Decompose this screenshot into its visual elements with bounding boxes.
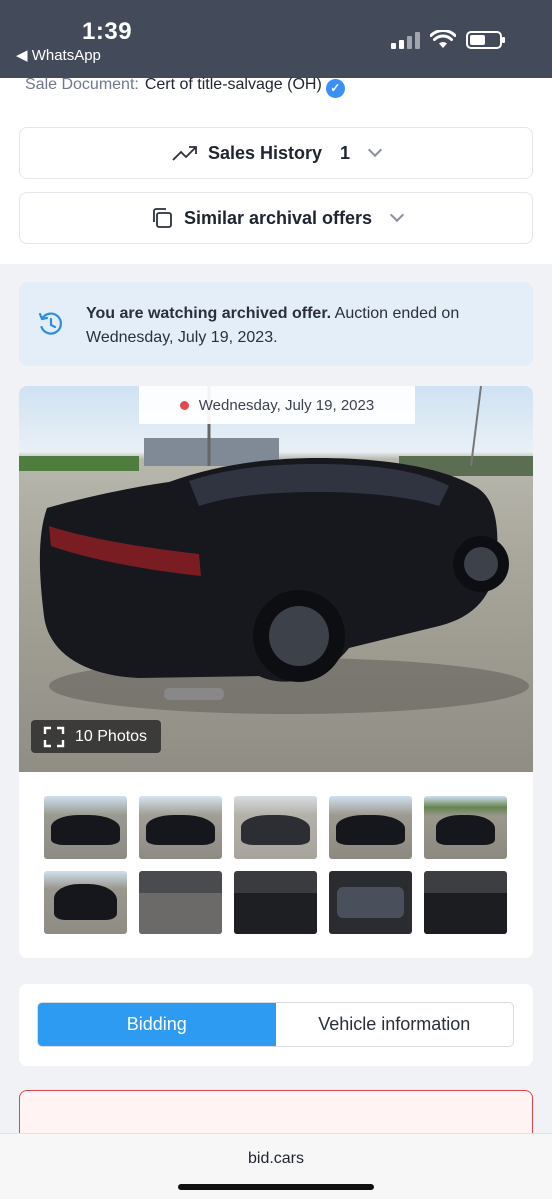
sale-document-label: Sale Document: bbox=[25, 76, 139, 93]
tab-bidding[interactable]: Bidding bbox=[38, 1003, 276, 1046]
url-label[interactable]: bid.cars bbox=[0, 1150, 552, 1168]
photo-thumbnail[interactable] bbox=[329, 796, 412, 859]
car-photo-illustration bbox=[19, 386, 533, 714]
cellular-signal-icon bbox=[391, 31, 420, 49]
details-tabs: Bidding Vehicle information bbox=[37, 1002, 514, 1047]
archived-offer-bold: You are watching archived offer. bbox=[86, 305, 332, 322]
similar-offers-label: Similar archival offers bbox=[183, 207, 373, 228]
photo-gallery-card: Wednesday, July 19, 2023 10 Photos bbox=[19, 386, 533, 958]
sale-document-value: Cert of title-salvage (OH) bbox=[144, 76, 322, 93]
sale-document-row: Sale Document: Cert of title-salvage (OH)… bbox=[25, 76, 345, 98]
archived-offer-text: You are watching archived offer. Auction… bbox=[86, 302, 506, 350]
similar-offers-accordion[interactable]: Similar archival offers bbox=[19, 192, 533, 244]
photo-thumbnail[interactable] bbox=[234, 871, 317, 934]
photo-thumbnail[interactable] bbox=[424, 871, 507, 934]
fullscreen-icon bbox=[43, 726, 65, 747]
archived-offer-notice: You are watching archived offer. Auction… bbox=[19, 282, 533, 366]
auction-date: Wednesday, July 19, 2023 bbox=[198, 396, 375, 414]
back-to-whatsapp-link[interactable]: ◀ WhatsApp bbox=[16, 46, 101, 64]
photo-thumbnails bbox=[44, 796, 508, 934]
chevron-down-icon bbox=[389, 207, 405, 223]
photo-thumbnail[interactable] bbox=[44, 871, 127, 934]
photo-thumbnail[interactable] bbox=[139, 796, 222, 859]
tab-vehicle-information[interactable]: Vehicle information bbox=[276, 1003, 514, 1046]
photo-thumbnail[interactable] bbox=[139, 871, 222, 934]
sales-history-count: 1 bbox=[340, 142, 351, 163]
view-all-photos-button[interactable]: 10 Photos bbox=[31, 720, 162, 753]
sales-history-label: Sales History bbox=[207, 142, 323, 163]
chevron-down-icon bbox=[367, 142, 383, 158]
status-dot-icon bbox=[179, 400, 189, 410]
details-tabs-card: Bidding Vehicle information bbox=[19, 984, 533, 1066]
status-bar: 1:39 ◀ WhatsApp bbox=[0, 0, 552, 78]
photos-count-label: 10 Photos bbox=[75, 727, 148, 745]
sales-history-accordion[interactable]: Sales History 1 bbox=[19, 127, 533, 179]
trending-up-icon bbox=[172, 146, 197, 161]
wifi-icon bbox=[430, 30, 456, 48]
history-icon bbox=[38, 312, 62, 335]
auction-date-tag: Wednesday, July 19, 2023 bbox=[139, 386, 415, 424]
battery-icon bbox=[466, 31, 505, 49]
photo-thumbnail[interactable] bbox=[424, 796, 507, 859]
photo-thumbnail[interactable] bbox=[234, 796, 317, 859]
clock: 1:39 bbox=[82, 18, 133, 45]
copy-icon bbox=[153, 208, 172, 228]
verified-check-icon: ✓ bbox=[325, 79, 345, 98]
photo-thumbnail[interactable] bbox=[329, 871, 412, 934]
photo-thumbnail[interactable] bbox=[44, 796, 127, 859]
listing-summary-card: Sale Document: Cert of title-salvage (OH)… bbox=[0, 76, 552, 264]
browser-address-bar[interactable]: bid.cars bbox=[0, 1133, 552, 1199]
main-vehicle-photo[interactable]: Wednesday, July 19, 2023 10 Photos bbox=[19, 386, 533, 772]
home-indicator bbox=[178, 1184, 374, 1190]
status-icons bbox=[391, 30, 505, 50]
